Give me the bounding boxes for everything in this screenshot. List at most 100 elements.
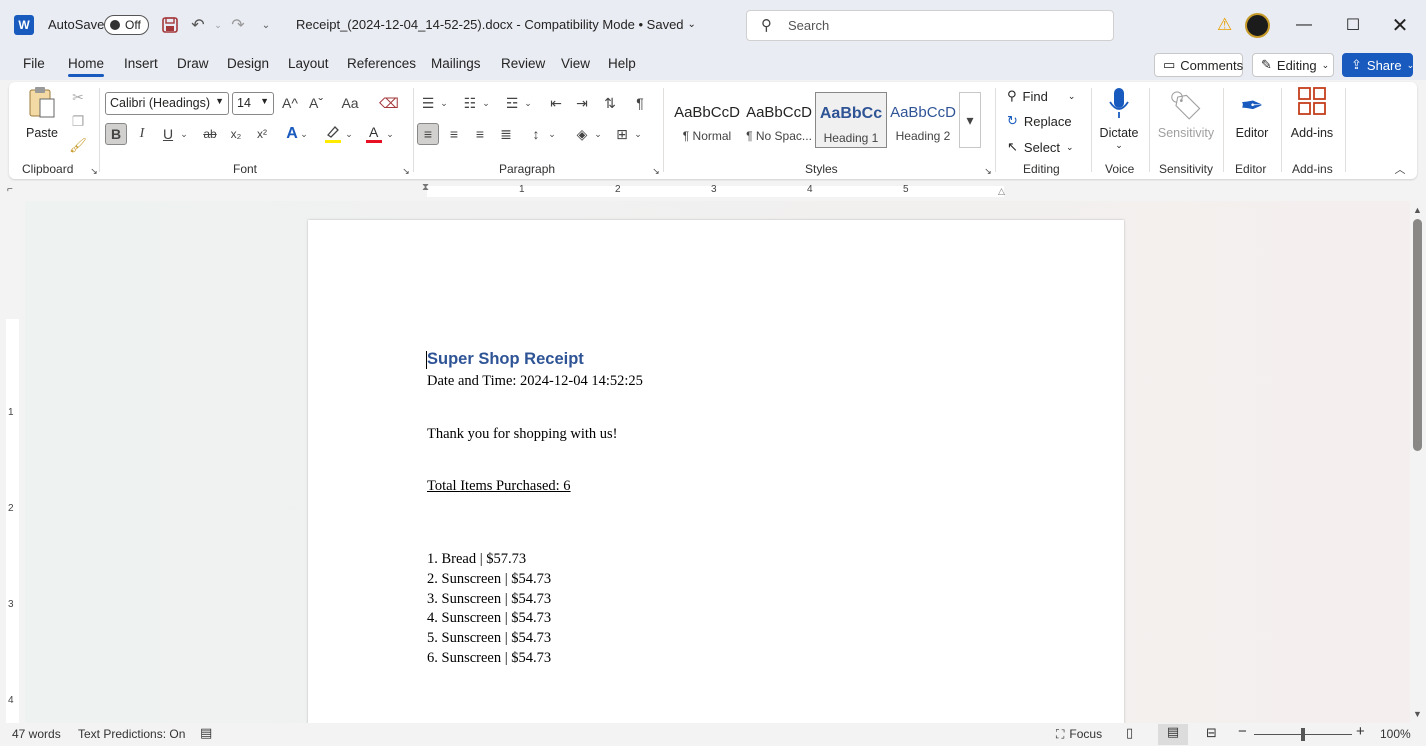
document-body[interactable]: Super Shop Receipt Date and Time: 2024-1… <box>426 347 643 668</box>
text-effects-dropdown-icon[interactable]: ⌄ <box>297 123 311 145</box>
save-icon[interactable] <box>160 15 180 35</box>
dictate-button[interactable]: Dictate ⌄ <box>1097 86 1141 151</box>
underline-dropdown-icon[interactable]: ⌄ <box>177 123 191 145</box>
clear-formatting-icon[interactable]: ⌫ <box>378 92 400 114</box>
italic-button[interactable]: I <box>131 123 153 145</box>
read-mode-icon[interactable]: ▯ <box>1126 725 1133 741</box>
bold-button[interactable]: B <box>105 123 127 145</box>
accessibility-icon[interactable]: ▤ <box>200 725 212 741</box>
line-spacing-icon[interactable]: ↕ <box>525 123 547 145</box>
multilevel-list-icon[interactable]: ☲ <box>501 92 523 114</box>
highlight-dropdown-icon[interactable]: ⌄ <box>342 123 356 145</box>
editor-button[interactable]: ✒ Editor <box>1231 86 1273 140</box>
show-formatting-icon[interactable]: ¶ <box>629 92 651 114</box>
copy-icon[interactable]: ❐ <box>67 110 89 132</box>
tab-references[interactable]: References <box>347 56 416 71</box>
indent-marker-icon[interactable]: ⧗ <box>422 182 429 193</box>
right-indent-marker-icon[interactable]: △ <box>998 186 1005 197</box>
search-box[interactable]: ⚲ Search <box>746 10 1114 41</box>
replace-button[interactable]: ↻ Replace <box>1007 113 1072 129</box>
format-painter-icon[interactable]: 🖌 <box>67 134 89 156</box>
shading-icon[interactable]: ◈ <box>571 123 593 145</box>
focus-button[interactable]: ⛶ Focus <box>1056 727 1102 742</box>
redo-icon[interactable]: ↷ <box>228 15 248 35</box>
bullets-icon[interactable]: ☰ <box>417 92 439 114</box>
increase-indent-icon[interactable]: ⇥ <box>571 92 593 114</box>
scrollbar-thumb[interactable] <box>1413 219 1422 451</box>
subscript-button[interactable]: x₂ <box>225 123 247 145</box>
style-no-spacing[interactable]: AaBbCcD ¶ No Spac... <box>743 92 815 148</box>
tab-stop-selector-icon[interactable]: ⌐ <box>7 184 13 195</box>
font-family-select[interactable]: Calibri (Headings) ▼ <box>105 92 229 115</box>
close-icon[interactable]: ✕ <box>1377 10 1423 40</box>
strikethrough-button[interactable]: ab <box>199 123 221 145</box>
document-canvas[interactable]: Super Shop Receipt Date and Time: 2024-1… <box>25 201 1410 723</box>
styles-gallery-more-icon[interactable]: ▾ <box>959 92 981 148</box>
share-button[interactable]: ⇪ Share ⌄ <box>1342 53 1414 77</box>
undo-dropdown-icon[interactable]: ⌄ <box>208 15 228 35</box>
minimize-icon[interactable]: — <box>1281 10 1327 40</box>
tab-draw[interactable]: Draw <box>177 56 209 71</box>
borders-dropdown-icon[interactable]: ⌄ <box>631 123 645 145</box>
tab-insert[interactable]: Insert <box>124 56 158 71</box>
align-right-icon[interactable]: ≡ <box>469 123 491 145</box>
maximize-icon[interactable]: ☐ <box>1330 10 1376 40</box>
grow-font-icon[interactable]: A^ <box>279 92 301 114</box>
scroll-up-icon[interactable]: ▲ <box>1413 205 1422 215</box>
font-color-dropdown-icon[interactable]: ⌄ <box>383 123 397 145</box>
align-center-icon[interactable]: ≡ <box>443 123 465 145</box>
superscript-button[interactable]: x² <box>251 123 273 145</box>
tab-file[interactable]: File <box>23 56 45 71</box>
clipboard-launcher-icon[interactable]: ↘ <box>83 160 105 182</box>
tab-home[interactable]: Home <box>68 56 105 77</box>
customize-toolbar-icon[interactable]: ⌄ <box>256 15 276 35</box>
zoom-level[interactable]: 100% <box>1380 727 1411 741</box>
autosave-toggle[interactable]: Off <box>104 15 149 35</box>
zoom-in-icon[interactable]: + <box>1356 723 1365 740</box>
comments-button[interactable]: ▭ Comments <box>1154 53 1243 77</box>
undo-icon[interactable]: ↶ <box>188 15 208 35</box>
vertical-scrollbar[interactable]: ▲ ▼ <box>1410 201 1426 723</box>
shrink-font-icon[interactable]: Aˇ <box>305 92 327 114</box>
font-size-select[interactable]: 14 ▼ <box>232 92 274 115</box>
tab-mailings[interactable]: Mailings <box>431 56 481 71</box>
paste-button[interactable]: Paste <box>21 86 63 140</box>
tab-layout[interactable]: Layout <box>288 56 329 71</box>
select-button[interactable]: ↖ Select ⌄ <box>1007 139 1074 155</box>
font-color-icon[interactable]: A <box>363 123 385 145</box>
editing-mode-button[interactable]: ✎ Editing ⌄ <box>1252 53 1334 77</box>
warning-icon[interactable]: ⚠ <box>1217 15 1232 35</box>
print-layout-icon[interactable]: ▤ <box>1158 724 1188 745</box>
avatar[interactable] <box>1245 13 1270 38</box>
add-ins-button[interactable]: Add-ins <box>1287 86 1337 140</box>
style-heading-1[interactable]: AaBbCc Heading 1 <box>815 92 887 148</box>
style-heading-2[interactable]: AaBbCcD Heading 2 <box>887 92 959 148</box>
word-count[interactable]: 47 words <box>12 727 61 741</box>
borders-icon[interactable]: ⊞ <box>611 123 633 145</box>
tab-view[interactable]: View <box>561 56 590 71</box>
document-title[interactable]: Receipt_(2024-12-04_14-52-25).docx - Com… <box>296 17 696 32</box>
align-left-icon[interactable]: ≡ <box>417 123 439 145</box>
zoom-out-icon[interactable]: − <box>1238 723 1247 740</box>
change-case-button[interactable]: Aa <box>335 92 365 114</box>
text-predictions-status[interactable]: Text Predictions: On <box>78 727 185 741</box>
collapse-ribbon-icon[interactable]: ︿ <box>1389 158 1411 180</box>
tab-design[interactable]: Design <box>227 56 269 71</box>
sort-icon[interactable]: ⇅ <box>599 92 621 114</box>
bullets-dropdown-icon[interactable]: ⌄ <box>437 92 451 114</box>
shading-dropdown-icon[interactable]: ⌄ <box>591 123 605 145</box>
tab-help[interactable]: Help <box>608 56 636 71</box>
zoom-slider-thumb[interactable] <box>1301 728 1305 741</box>
scroll-down-icon[interactable]: ▼ <box>1413 709 1422 719</box>
numbering-icon[interactable]: ☷ <box>459 92 481 114</box>
line-spacing-dropdown-icon[interactable]: ⌄ <box>545 123 559 145</box>
tab-review[interactable]: Review <box>501 56 545 71</box>
find-button[interactable]: ⚲ Find ⌄ <box>1007 88 1075 104</box>
decrease-indent-icon[interactable]: ⇤ <box>545 92 567 114</box>
highlight-color-icon[interactable] <box>322 123 344 145</box>
web-layout-icon[interactable]: ⊟ <box>1206 725 1217 741</box>
multilevel-dropdown-icon[interactable]: ⌄ <box>521 92 535 114</box>
cut-icon[interactable]: ✂ <box>67 86 89 108</box>
numbering-dropdown-icon[interactable]: ⌄ <box>479 92 493 114</box>
style-normal[interactable]: AaBbCcD ¶ Normal <box>671 92 743 148</box>
